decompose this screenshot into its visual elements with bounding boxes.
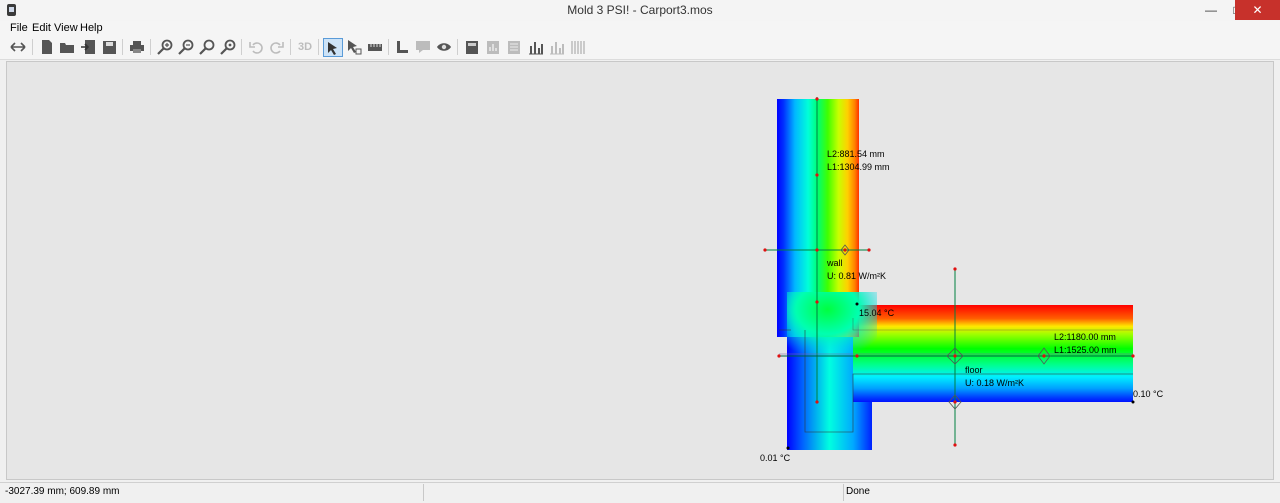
- toolbar: 3D: [0, 35, 1280, 60]
- temp-inner-label: 15.04 °C: [859, 308, 895, 318]
- menu-file[interactable]: File: [10, 22, 28, 34]
- undo-icon[interactable]: [247, 38, 265, 56]
- floor-l1-label: L1:1525.00 mm: [1054, 345, 1117, 355]
- histogram-icon[interactable]: [548, 38, 566, 56]
- calc-icon[interactable]: [463, 38, 481, 56]
- menu-bar: File Edit View Help: [0, 21, 1280, 35]
- drawing-canvas[interactable]: L2:881.54 mm L1:1304.99 mm wall U: 0.81 …: [6, 61, 1274, 480]
- floor-name-label: floor: [965, 365, 983, 375]
- save-icon[interactable]: [100, 38, 118, 56]
- new-file-icon[interactable]: [38, 38, 56, 56]
- import-icon[interactable]: [79, 38, 97, 56]
- zoom-in-icon[interactable]: [156, 38, 174, 56]
- chart-icon[interactable]: [484, 38, 502, 56]
- wall-u-label: U: 0.81 W/m²K: [827, 271, 886, 281]
- minimize-button[interactable]: —: [1198, 0, 1224, 20]
- select-arrow-icon[interactable]: [323, 38, 343, 57]
- wall-l1-label: L1:1304.99 mm: [827, 162, 890, 172]
- swap-arrows-icon[interactable]: [9, 38, 27, 56]
- close-button[interactable]: ✕: [1235, 0, 1280, 20]
- 3d-view-icon[interactable]: 3D: [295, 38, 315, 56]
- measure-icon[interactable]: [366, 38, 384, 56]
- wall-name-label: wall: [826, 258, 843, 268]
- status-bar: -3027.39 mm; 609.89 mm Done: [0, 482, 1280, 503]
- bars-icon[interactable]: [505, 38, 523, 56]
- sections-icon[interactable]: [569, 38, 587, 56]
- eye-icon[interactable]: [435, 38, 453, 56]
- corner-region: [787, 292, 877, 362]
- print-icon[interactable]: [128, 38, 146, 56]
- menu-edit[interactable]: Edit: [32, 22, 51, 34]
- temp-bottom-label: 0.01 °C: [760, 453, 791, 463]
- comment-icon[interactable]: [414, 38, 432, 56]
- l-shape-icon[interactable]: [393, 38, 411, 56]
- menu-view[interactable]: View: [54, 22, 78, 34]
- title-bar: Mold 3 PSI! - Carport3.mos — □ ✕: [0, 0, 1280, 22]
- select-node-icon[interactable]: [345, 38, 363, 56]
- histogram-icon[interactable]: [527, 38, 545, 56]
- redo-icon[interactable]: [268, 38, 286, 56]
- floor-u-label: U: 0.18 W/m²K: [965, 378, 1024, 388]
- temp-right-label: 0.10 °C: [1133, 389, 1164, 399]
- wall-l2-label: L2:881.54 mm: [827, 149, 885, 159]
- status-text: Done: [846, 486, 870, 497]
- zoom-fit-icon[interactable]: [198, 38, 216, 56]
- floor-l2-label: L2:1180.00 mm: [1054, 332, 1116, 342]
- coordinates-readout: -3027.39 mm; 609.89 mm: [5, 486, 120, 497]
- menu-help[interactable]: Help: [80, 22, 103, 34]
- window-title: Mold 3 PSI! - Carport3.mos: [567, 3, 713, 17]
- open-folder-icon[interactable]: [58, 38, 76, 56]
- zoom-out-icon[interactable]: [177, 38, 195, 56]
- zoom-reset-icon[interactable]: [219, 38, 237, 56]
